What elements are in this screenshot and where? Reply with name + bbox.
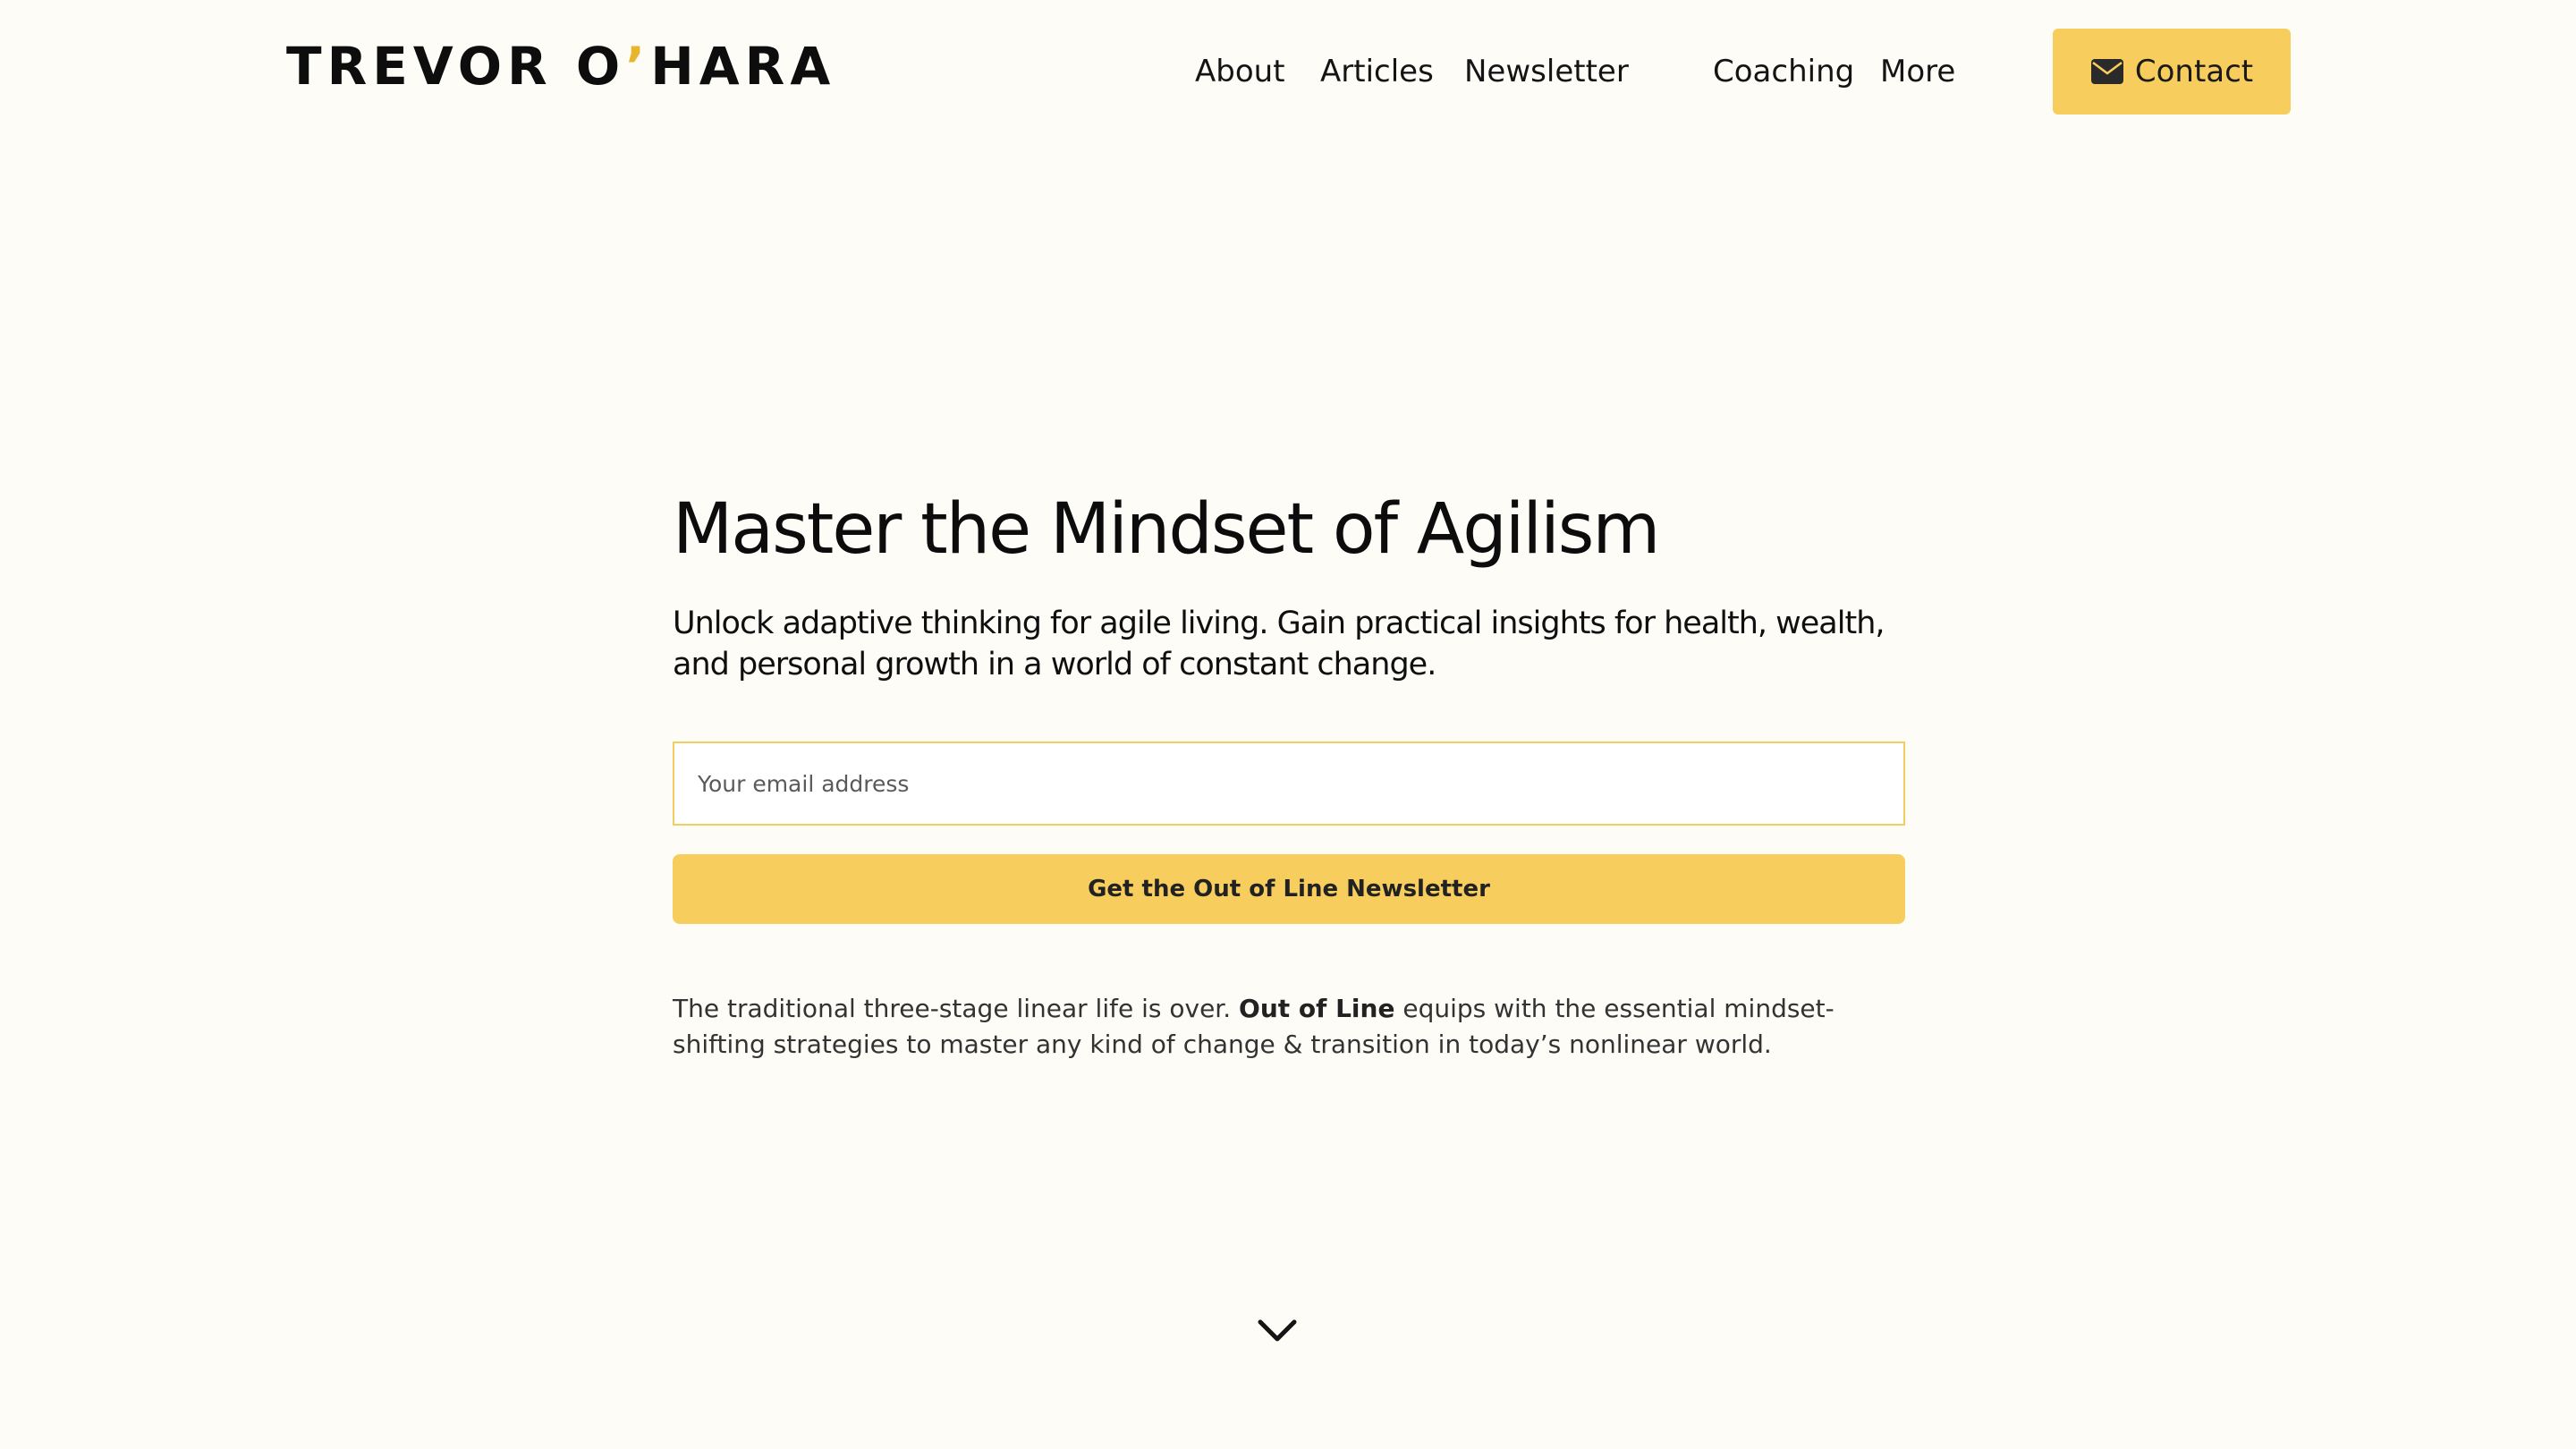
contact-button[interactable]: Contact xyxy=(2053,29,2291,114)
logo-apostrophe: ’ xyxy=(625,36,651,97)
logo-text-first: TREVOR O xyxy=(286,36,626,97)
envelope-icon xyxy=(2090,59,2123,84)
nav-articles[interactable]: Articles xyxy=(1320,47,1434,97)
page-title: Master the Mindset of Agilism xyxy=(673,489,1660,570)
contact-button-label: Contact xyxy=(2134,54,2254,89)
hero-description: The traditional three-stage linear life … xyxy=(673,991,1862,1063)
logo-text-last: HARA xyxy=(650,36,836,97)
site-header: TREVOR O’HARA About Articles Newsletter … xyxy=(0,0,2576,143)
description-text-start: The traditional three-stage linear life … xyxy=(673,994,1240,1023)
nav-coaching[interactable]: Coaching xyxy=(1713,47,1854,97)
nav-newsletter[interactable]: Newsletter xyxy=(1464,47,1629,97)
hero-subtitle: Unlock adaptive thinking for agile livin… xyxy=(673,606,1885,682)
newsletter-submit-button[interactable]: Get the Out of Line Newsletter xyxy=(673,854,1905,924)
newsletter-name: Out of Line xyxy=(1239,994,1395,1023)
nav-more[interactable]: More xyxy=(1880,47,1955,97)
site-logo[interactable]: TREVOR O’HARA xyxy=(286,34,835,98)
nav-about[interactable]: About xyxy=(1195,47,1285,97)
chevron-down-icon[interactable] xyxy=(1256,1317,1299,1345)
email-input[interactable] xyxy=(673,741,1905,826)
